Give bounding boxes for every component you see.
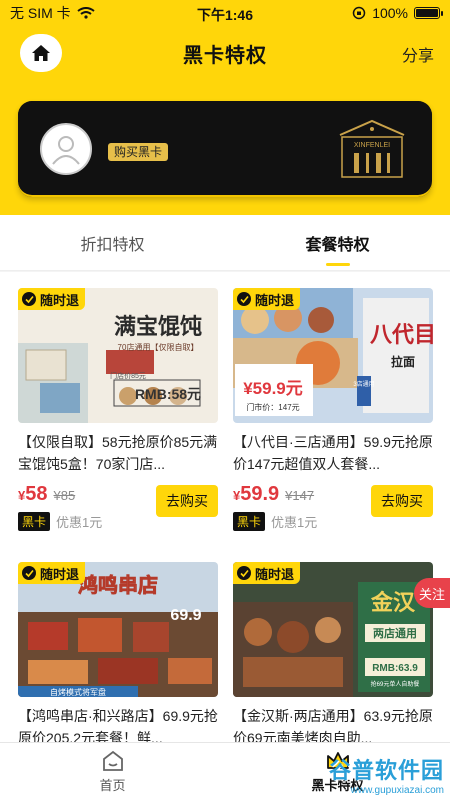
logo-text: XINFENLEI bbox=[354, 142, 390, 149]
home-outline-icon bbox=[102, 750, 123, 771]
image-strap: 门店价85元 bbox=[110, 371, 146, 380]
image-strap: 自烤模式将军盘 bbox=[50, 687, 106, 697]
check-icon bbox=[237, 292, 251, 306]
product-title[interactable]: 【金汉斯·两店通用】63.9元抢原价69元南美烤肉自助... bbox=[233, 705, 433, 742]
original-price: ¥85 bbox=[53, 488, 76, 503]
brand-logo: XINFENLEI bbox=[339, 119, 405, 178]
member-badge: 黑卡 bbox=[18, 512, 51, 531]
member-discount: 优惠1元 bbox=[271, 515, 318, 530]
check-icon bbox=[22, 566, 36, 580]
image-headline: 满宝馄饨 bbox=[114, 314, 202, 340]
product-card[interactable]: 金汉 两店通用 RMB:63.9 抢69元单人自助餐 随时退 【金汉斯·两店通用… bbox=[233, 562, 433, 742]
image-sub: 两店通用 bbox=[373, 626, 417, 640]
member-card-body: 购买黑卡 XINFENLEI bbox=[18, 101, 432, 195]
tag-label: 随时退 bbox=[255, 292, 295, 308]
refund-tag: 随时退 bbox=[233, 562, 301, 584]
home-button[interactable] bbox=[20, 34, 62, 72]
image-badge: 3店通用 bbox=[353, 380, 374, 388]
product-title[interactable]: 【鸿鸣串店·和兴路店】69.9元抢原价205.2元套餐！鲜... bbox=[18, 705, 218, 742]
product-card[interactable]: 鸿鸣串店 69.9 自烤模式将军盘 随时退 【鸿鸣串店·和兴路店】69.9元抢原… bbox=[18, 562, 218, 742]
follow-button[interactable]: 关注 bbox=[414, 578, 450, 608]
original-price: ¥147 bbox=[285, 488, 315, 503]
image-price: 69.9 bbox=[170, 607, 201, 624]
buy-button[interactable]: 去购买 bbox=[371, 485, 433, 517]
image-price: ¥59.9元 bbox=[243, 379, 303, 398]
page-title: 黑卡特权 bbox=[183, 44, 267, 67]
image-headline: 鸿鸣串店 bbox=[78, 573, 158, 597]
check-icon bbox=[237, 566, 251, 580]
nav-bar: 黑卡特权 分享 bbox=[0, 26, 450, 80]
product-grid: 满宝馄饨 70店通用【仅限自取】 RMB:58元 门店价85元 随时退 【仅限自… bbox=[0, 272, 450, 742]
image-price: RMB:58元 bbox=[135, 386, 201, 402]
price-value: 58 bbox=[25, 483, 48, 505]
image-sub: 拉面 bbox=[391, 354, 415, 369]
status-time: 下午1:46 bbox=[196, 7, 254, 23]
refund-tag: 随时退 bbox=[18, 562, 86, 584]
tab-indicator bbox=[325, 263, 350, 266]
buy-card-button[interactable]: 购买黑卡 bbox=[108, 143, 169, 161]
product-image[interactable]: 金汉 两店通用 RMB:63.9 抢69元单人自助餐 随时退 bbox=[233, 562, 433, 697]
member-badge: 黑卡 bbox=[233, 512, 266, 531]
share-button[interactable]: 分享 bbox=[402, 42, 434, 66]
bottom-tab-label: 首页 bbox=[99, 777, 126, 793]
refund-tag: 随时退 bbox=[18, 288, 86, 310]
watermark-text: 谷普软件园 bbox=[328, 758, 444, 783]
tab-package[interactable]: 套餐特权 bbox=[225, 215, 450, 270]
image-strap: 门市价：147元 bbox=[246, 402, 299, 412]
member-card: 购买黑卡 XINFENLEI bbox=[18, 101, 432, 197]
product-image[interactable]: 满宝馄饨 70店通用【仅限自取】 RMB:58元 门店价85元 随时退 bbox=[18, 288, 218, 423]
tag-label: 随时退 bbox=[40, 566, 80, 582]
product-price: ¥59.9 bbox=[233, 483, 279, 506]
avatar[interactable] bbox=[40, 123, 92, 175]
tag-label: 随时退 bbox=[40, 292, 80, 308]
watermark: 谷普软件园 www.gupuxiazai.com bbox=[329, 753, 444, 796]
price-value: 59.9 bbox=[240, 483, 280, 505]
tab-label: 折扣特权 bbox=[80, 236, 145, 254]
product-title[interactable]: 【仅限自取】58元抢原价85元满宝馄饨5盒！70家门店... bbox=[18, 431, 218, 475]
image-sub: 70店通用【仅限自取】 bbox=[118, 342, 199, 352]
product-title[interactable]: 【八代目·三店通用】59.9元抢原价147元超值双人套餐... bbox=[233, 431, 433, 475]
product-card[interactable]: 八代目 拉面 3店通用 ¥59.9元 门市价：147元 随时退 【八代目·三店通… bbox=[233, 288, 433, 531]
user-icon bbox=[52, 136, 80, 165]
member-discount: 优惠1元 bbox=[56, 515, 103, 530]
home-icon bbox=[32, 45, 50, 61]
check-icon bbox=[22, 292, 36, 306]
tab-label: 套餐特权 bbox=[305, 236, 370, 254]
watermark-url: www.gupuxiazai.com bbox=[350, 785, 444, 796]
tab-bar: 折扣特权 套餐特权 bbox=[0, 215, 450, 271]
buy-button[interactable]: 去购买 bbox=[156, 485, 218, 517]
bottom-tab-home[interactable]: 首页 bbox=[0, 743, 225, 800]
image-strap: 抢69元单人自助餐 bbox=[371, 680, 420, 688]
product-image[interactable]: 八代目 拉面 3店通用 ¥59.9元 门市价：147元 随时退 bbox=[233, 288, 433, 423]
tag-label: 随时退 bbox=[255, 566, 295, 582]
status-bar: 无 SIM 卡 100% 下午1:46 bbox=[0, 0, 450, 26]
product-price: ¥58 bbox=[18, 483, 47, 506]
image-price: RMB:63.9 bbox=[372, 663, 418, 674]
image-headline: 金汉 bbox=[370, 590, 416, 616]
refund-tag: 随时退 bbox=[233, 288, 301, 310]
product-card[interactable]: 满宝馄饨 70店通用【仅限自取】 RMB:58元 门店价85元 随时退 【仅限自… bbox=[18, 288, 218, 531]
product-image[interactable]: 鸿鸣串店 69.9 自烤模式将军盘 随时退 bbox=[18, 562, 218, 697]
image-headline: 八代目 bbox=[370, 322, 433, 348]
tab-discount[interactable]: 折扣特权 bbox=[0, 215, 225, 270]
